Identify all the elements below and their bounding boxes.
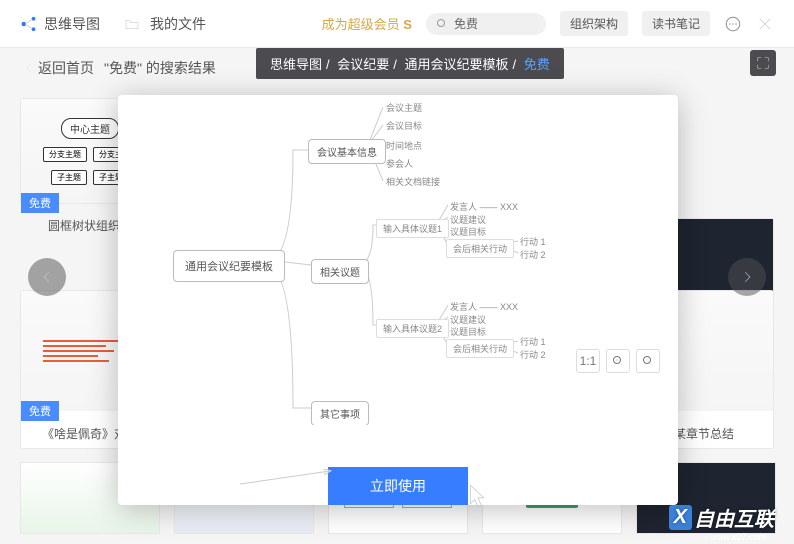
mm-node-topics: 相关议题 <box>311 259 369 284</box>
bc-3[interactable]: 通用会议纪要模板 <box>405 57 509 72</box>
mm-node-basic: 会议基本信息 <box>308 139 386 164</box>
use-now-label: 立即使用 <box>370 476 426 496</box>
mm-node-other: 其它事项 <box>311 401 369 425</box>
back-link[interactable]: 返回首页 <box>24 58 94 78</box>
close-icon[interactable] <box>756 15 774 33</box>
free-badge: 免费 <box>21 193 59 213</box>
next-button[interactable] <box>728 258 766 296</box>
modal-content: 通用会议纪要模板 会议基本信息 相关议题 其它事项 会议主题 会议目标 时间地点… <box>118 95 678 425</box>
chat-icon[interactable] <box>724 15 742 33</box>
vip-link[interactable]: 成为超级会员 S <box>322 14 412 33</box>
zoom-in-button[interactable] <box>606 349 630 373</box>
zoom-out-button[interactable] <box>636 349 660 373</box>
watermark: X 自由互联 <box>669 503 774 532</box>
watermark-x-icon: X <box>669 505 692 530</box>
watermark-url: www.x27.com <box>710 532 766 542</box>
aspect-button[interactable]: 1:1 <box>576 349 600 373</box>
back-text: 返回首页 <box>38 58 94 78</box>
tag-org[interactable]: 组织架构 <box>560 11 628 36</box>
folder-icon[interactable] <box>124 16 140 32</box>
fullscreen-button[interactable] <box>750 50 776 76</box>
search-box[interactable] <box>426 13 546 35</box>
mm-root: 通用会议纪要模板 <box>173 250 285 282</box>
topbar-left: 思维导图 我的文件 <box>20 14 206 34</box>
my-files-link[interactable]: 我的文件 <box>150 14 206 34</box>
zoom-out-icon <box>642 355 654 367</box>
cursor-icon <box>468 483 488 511</box>
search-icon <box>436 18 448 30</box>
fullscreen-icon <box>756 56 770 70</box>
bc-4[interactable]: 免费 <box>524 57 550 72</box>
template-preview-modal: 通用会议纪要模板 会议基本信息 相关议题 其它事项 会议主题 会议目标 时间地点… <box>118 95 678 505</box>
topbar-right: 成为超级会员 S 组织架构 读书笔记 <box>322 11 774 36</box>
top-bar: 思维导图 我的文件 成为超级会员 S 组织架构 读书笔记 <box>0 0 794 48</box>
bc-2[interactable]: 会议纪要 <box>337 57 389 72</box>
bc-1[interactable]: 思维导图 <box>270 57 322 72</box>
breadcrumb: 思维导图/ 会议纪要/ 通用会议纪要模板/ 免费 <box>256 48 564 79</box>
mindmap-icon <box>20 15 38 33</box>
search-result-text: "免费" 的搜索结果 <box>104 58 216 78</box>
prev-button[interactable] <box>28 258 66 296</box>
search-input[interactable] <box>454 17 534 31</box>
chevron-right-icon <box>740 270 754 284</box>
thumb-center: 中心主题 <box>61 118 119 139</box>
zoom-in-icon <box>612 355 624 367</box>
app-title: 思维导图 <box>44 14 100 34</box>
chevron-left-icon <box>40 270 54 284</box>
free-badge: 免费 <box>21 401 59 421</box>
chevron-left-icon <box>24 63 34 73</box>
tag-notes[interactable]: 读书笔记 <box>642 11 710 36</box>
zoom-controls: 1:1 <box>576 349 660 373</box>
arrow-annotation-icon <box>238 467 338 487</box>
use-now-button[interactable]: 立即使用 <box>328 467 468 505</box>
